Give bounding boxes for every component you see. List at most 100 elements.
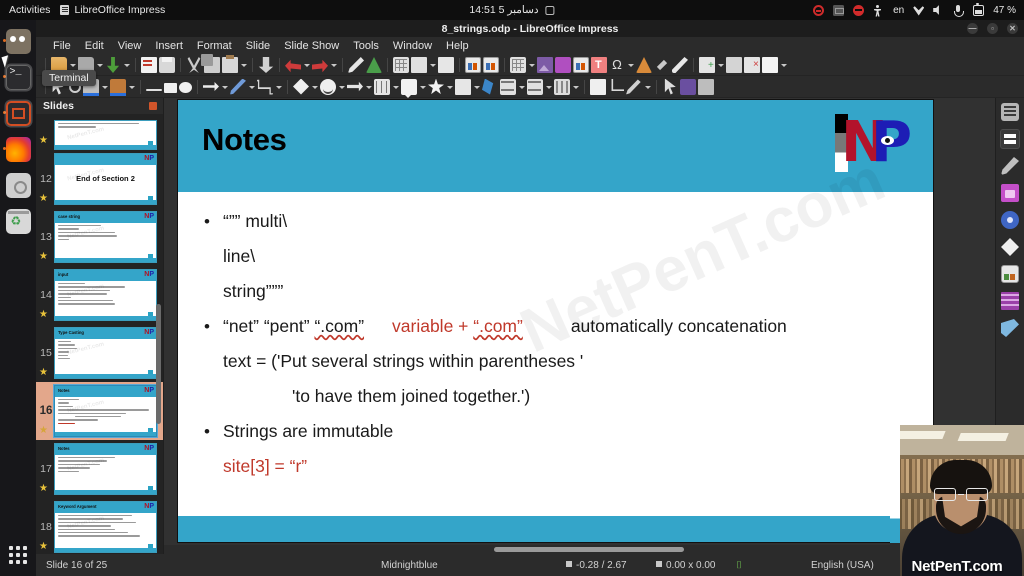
3d-objects-icon[interactable]	[455, 78, 471, 95]
fontwork-icon[interactable]	[636, 57, 652, 73]
special-char-dropdown-icon[interactable]	[627, 57, 634, 73]
insert-chart-icon[interactable]	[573, 57, 589, 73]
curve-dropdown-icon[interactable]	[248, 79, 255, 95]
fill-color-icon[interactable]	[110, 78, 126, 96]
callout-dropdown-icon[interactable]	[419, 79, 426, 95]
align-objects-icon[interactable]	[500, 78, 516, 95]
table-dropdown-icon[interactable]	[528, 57, 535, 73]
slide-thumbnail-list[interactable]: 11 ★ NetPenT.com 12 ★	[36, 114, 163, 554]
rectangle-icon[interactable]	[164, 83, 177, 93]
page-title[interactable]: Notes	[202, 122, 287, 158]
master-slide-icon[interactable]	[438, 57, 454, 73]
dock-item-trash[interactable]	[3, 204, 33, 238]
list-item[interactable]: 18 ★ Keyword Argument NP NetPenT.com	[36, 498, 163, 554]
views-dropdown-icon[interactable]	[429, 57, 436, 73]
display-views-icon[interactable]	[411, 57, 427, 73]
callout-shapes-icon[interactable]	[401, 78, 417, 98]
sidebar-item-navigator[interactable]	[1001, 211, 1019, 229]
sidebar-item-styles[interactable]	[1001, 157, 1019, 175]
battery-icon[interactable]	[973, 3, 985, 16]
sidebar-item-shapes[interactable]	[1001, 238, 1019, 256]
insert-media-icon[interactable]	[555, 57, 571, 73]
recent-dropdown-icon[interactable]	[96, 57, 103, 73]
hyperlink-icon[interactable]	[656, 59, 668, 71]
menu-slide[interactable]: Slide	[239, 39, 277, 53]
line-ends-arrow-icon[interactable]	[203, 82, 219, 91]
sidebar-item-animation[interactable]	[1001, 292, 1019, 310]
duplicate-slide-icon[interactable]	[726, 57, 742, 73]
list-item[interactable]: 13 ★ case string NP NetPenT.com	[36, 208, 163, 266]
show-gluepoint-functions-icon[interactable]	[698, 78, 714, 95]
block-arrows-dropdown-icon[interactable]	[365, 79, 372, 95]
arrange-dropdown-icon[interactable]	[545, 79, 552, 95]
slide-thumbnail[interactable]: NP End of Section 2 NetPenT.com	[54, 153, 157, 205]
menu-view[interactable]: View	[111, 39, 149, 53]
symbol-shapes-dropdown-icon[interactable]	[338, 79, 345, 95]
dock-item-firefox[interactable]	[3, 132, 33, 166]
crop-image-icon[interactable]	[611, 78, 624, 91]
glue-points-icon[interactable]	[680, 78, 696, 95]
stars-shapes-icon[interactable]	[428, 78, 444, 95]
minimize-button[interactable]: —	[967, 23, 978, 34]
slide-edit-area[interactable]: Notes N P “”” multi\ line\ string””” “ne…	[164, 98, 995, 554]
dock-item-impress[interactable]	[3, 96, 33, 130]
accessibility-icon[interactable]	[873, 4, 884, 16]
menu-insert[interactable]: Insert	[148, 39, 190, 53]
status-language[interactable]: English (USA)	[811, 560, 874, 571]
menu-edit[interactable]: Edit	[78, 39, 111, 53]
start-from-first-slide-icon[interactable]	[465, 57, 481, 73]
record-indicator-icon[interactable]	[813, 4, 825, 16]
volume-icon[interactable]	[933, 5, 939, 15]
list-item[interactable]: 15 ★ Type Casting NP NetPenT.com	[36, 324, 163, 382]
paste-dropdown-icon[interactable]	[240, 57, 247, 73]
slide-panel-scrollbar[interactable]	[156, 304, 161, 424]
menu-file[interactable]: File	[46, 39, 78, 53]
ellipse-icon[interactable]	[179, 82, 192, 93]
close-button[interactable]: ✕	[1007, 23, 1018, 34]
show-draw-functions-icon[interactable]	[672, 57, 688, 73]
filter-dropdown-icon[interactable]	[644, 79, 651, 95]
shadow-icon[interactable]	[590, 78, 606, 95]
horizontal-scrollbar[interactable]	[164, 545, 995, 554]
save-icon[interactable]	[106, 57, 120, 73]
insert-image-icon[interactable]	[537, 57, 553, 73]
cut-icon[interactable]	[187, 57, 201, 73]
menu-window[interactable]: Window	[386, 39, 439, 53]
status-master-slide[interactable]: Midnightblue	[381, 560, 438, 571]
filter-icon[interactable]	[626, 79, 641, 95]
keyboard-layout-label[interactable]: en	[893, 5, 904, 16]
sidebar-item-master-slides[interactable]	[1001, 265, 1019, 283]
spelling-icon[interactable]	[366, 57, 382, 73]
horizontal-scroll-thumb[interactable]	[494, 547, 684, 552]
insert-line-icon[interactable]	[146, 89, 162, 91]
slide-thumbnail[interactable]: Notes NP NetPenT.com	[54, 385, 157, 437]
menu-tools[interactable]: Tools	[346, 39, 386, 53]
slide-thumbnail[interactable]: Notes NP NetPenT.com	[54, 443, 157, 495]
undo-dropdown-icon[interactable]	[303, 57, 310, 73]
sidebar-item-properties[interactable]	[1001, 130, 1019, 148]
fill-color-dropdown-icon[interactable]	[128, 79, 135, 95]
list-item[interactable]: 12 ★ NP End of Section 2 NetPenT.com	[36, 150, 163, 208]
slide-thumbnail[interactable]: Keyword Argument NP NetPenT.com	[54, 501, 157, 553]
dock-item-disc[interactable]	[3, 168, 33, 202]
symbol-shapes-icon[interactable]	[320, 78, 336, 95]
slide-thumbnail[interactable]: NetPenT.com	[54, 120, 157, 150]
undo-icon[interactable]	[285, 59, 301, 73]
sidebar-item-gallery[interactable]	[1001, 184, 1019, 202]
insert-text-box-icon[interactable]	[591, 57, 607, 73]
paste-icon[interactable]	[222, 55, 238, 73]
stars-dropdown-icon[interactable]	[446, 79, 453, 95]
connector-dropdown-icon[interactable]	[275, 79, 282, 95]
flowchart-icon[interactable]	[374, 78, 390, 95]
export-pdf-icon[interactable]	[141, 57, 157, 73]
save-dropdown-icon[interactable]	[123, 57, 130, 73]
redo-dropdown-icon[interactable]	[330, 57, 337, 73]
screencast-icon[interactable]	[833, 4, 845, 16]
stop-recording-icon[interactable]	[853, 4, 865, 16]
3d-dropdown-icon[interactable]	[473, 79, 480, 95]
layout-dropdown-icon[interactable]	[780, 57, 787, 73]
sidebar-item-slide-transition[interactable]	[1001, 319, 1019, 337]
distribute-dropdown-icon[interactable]	[572, 79, 579, 95]
sidebar-settings-icon[interactable]	[1001, 103, 1019, 121]
slide-thumbnail[interactable]: Type Casting NP NetPenT.com	[54, 327, 157, 379]
